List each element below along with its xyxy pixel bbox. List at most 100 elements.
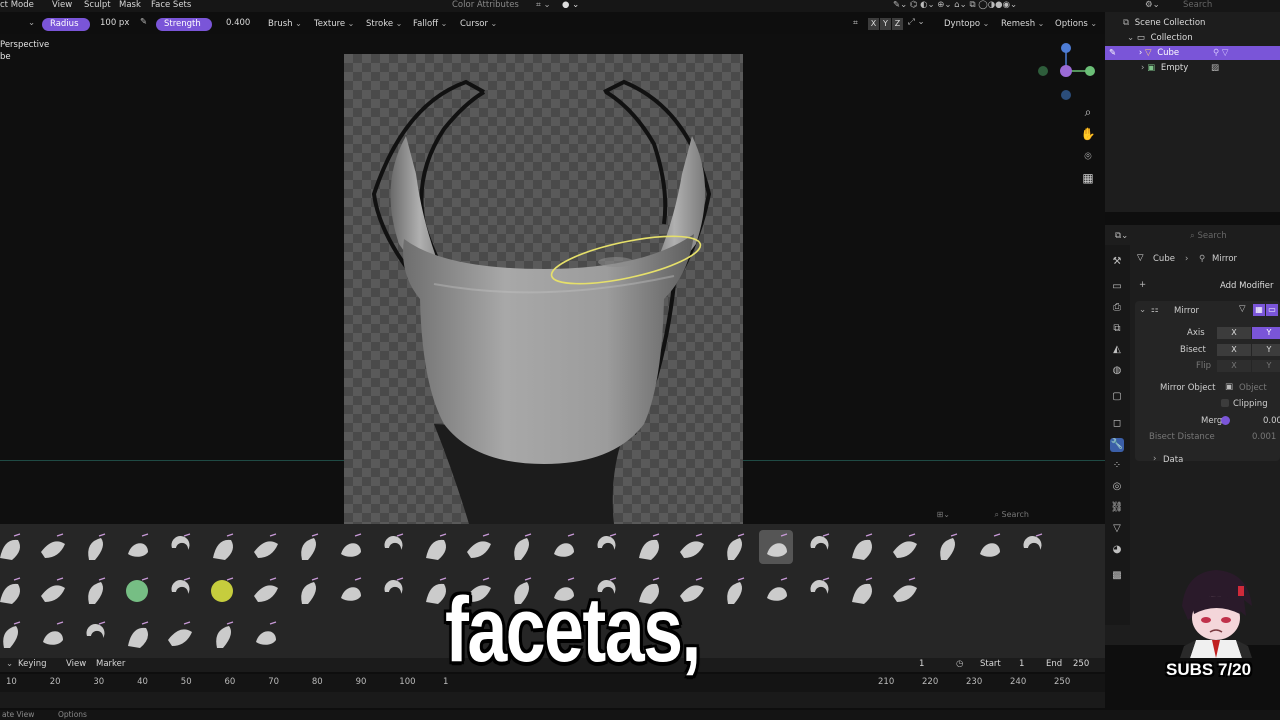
falloff-dropdown[interactable]: Falloff xyxy=(413,17,447,31)
filter-icon[interactable]: ▽ xyxy=(1239,304,1246,314)
current-frame-field[interactable]: 1 xyxy=(919,659,924,669)
outliner-item-cube[interactable]: ✎ › ▽ Cube ⚲ ▽ xyxy=(1105,46,1280,60)
add-icon[interactable]: + xyxy=(1139,280,1146,290)
timeline-menu-marker[interactable]: Marker xyxy=(96,659,125,669)
brush-thumbnail[interactable] xyxy=(162,574,196,608)
cursor-dropdown[interactable]: Cursor xyxy=(460,17,497,31)
radius-field[interactable]: Radius xyxy=(42,18,90,31)
brush-thumbnail[interactable] xyxy=(844,574,878,608)
timeline-menu-keying[interactable]: Keying xyxy=(18,659,47,669)
brush-thumbnail[interactable] xyxy=(205,574,239,608)
brush-thumbnail[interactable] xyxy=(758,530,793,564)
stroke-dropdown[interactable]: Stroke xyxy=(366,17,402,31)
options-dropdown[interactable]: Options xyxy=(1055,17,1097,31)
bisect-distance-value[interactable]: 0.001 xyxy=(1252,432,1276,442)
brush-thumbnail[interactable] xyxy=(631,530,665,564)
outliner-item-empty[interactable]: › ▣ Empty ▨ xyxy=(1105,61,1280,75)
material-tab-icon[interactable]: ◕ xyxy=(1110,543,1124,557)
expand-chevron-icon[interactable]: › xyxy=(1141,63,1144,73)
add-modifier-button[interactable]: Add Modifier xyxy=(1220,281,1274,291)
zoom-icon[interactable]: ⌕ xyxy=(1080,104,1096,120)
render-tab-icon[interactable]: ▭ xyxy=(1110,280,1124,294)
proportional-icon[interactable]: ● ⌄ xyxy=(562,0,579,11)
brush-thumbnail[interactable] xyxy=(844,530,878,564)
brush-thumbnail[interactable] xyxy=(35,574,69,608)
chevron-down-icon[interactable]: ⌄ xyxy=(28,17,35,30)
brush-thumbnail[interactable] xyxy=(1014,530,1048,564)
merge-value[interactable]: 0.00 xyxy=(1263,416,1280,426)
brush-dropdown[interactable]: Brush xyxy=(268,17,302,31)
color-attributes-dropdown[interactable]: Color Attributes xyxy=(452,0,519,11)
flip-x-toggle[interactable]: X xyxy=(1217,360,1251,372)
physics-tab-icon[interactable]: ◎ xyxy=(1110,480,1124,494)
properties-editor-icon[interactable]: ⧉⌄ xyxy=(1115,231,1128,241)
collapse-chevron-icon[interactable]: ⌄ xyxy=(1127,33,1134,43)
brush-thumbnail[interactable] xyxy=(162,530,196,564)
constraints-tab-icon[interactable]: ⛓ xyxy=(1110,501,1124,515)
brush-thumbnail[interactable] xyxy=(77,574,111,608)
mirror-object-field[interactable]: Object xyxy=(1239,383,1267,393)
clipping-checkbox[interactable] xyxy=(1221,399,1229,407)
brush-thumbnail[interactable] xyxy=(375,530,409,564)
expand-chevron-icon[interactable]: › xyxy=(1139,48,1142,58)
brush-thumbnail[interactable] xyxy=(248,530,282,564)
collapse-chevron-icon[interactable]: ⌄ xyxy=(1139,305,1146,315)
strength-field[interactable]: Strength xyxy=(156,18,212,31)
lock-icons[interactable]: ⤢ ⌄ xyxy=(908,16,925,29)
timeline-track[interactable] xyxy=(0,692,1105,708)
brush-thumbnail[interactable] xyxy=(162,618,196,652)
collection-tab-icon[interactable]: ▢ xyxy=(1110,390,1124,404)
timeline-chevron-icon[interactable]: ⌄ xyxy=(6,659,13,669)
viewport-toggle-icon[interactable]: ▭ xyxy=(1266,304,1278,316)
brush-thumbnail[interactable] xyxy=(759,574,793,608)
outliner-item-collection[interactable]: ⌄ ▭ Collection xyxy=(1105,31,1280,45)
dyntopo-dropdown[interactable]: Dyntopo xyxy=(944,17,989,31)
edit-mode-toggle-icon[interactable]: ▦ xyxy=(1253,304,1265,316)
brush-thumbnail[interactable] xyxy=(801,530,835,564)
overlay-icons[interactable]: ✎⌄ ⌬ ◐⌄ ⊕⌄ ⌂⌄ ⧉ ◯◑●◉⌄ xyxy=(893,0,1017,11)
axis-y-toggle[interactable]: Y xyxy=(1252,327,1280,339)
merge-checkbox[interactable] xyxy=(1221,416,1230,425)
brush-thumbnail[interactable] xyxy=(205,618,239,652)
axis-x-toggle[interactable]: X xyxy=(1217,327,1251,339)
modifier-tab-icon[interactable]: 🔧 xyxy=(1110,438,1124,452)
brush-thumbnail[interactable] xyxy=(35,618,69,652)
brush-thumbnail[interactable] xyxy=(0,574,26,608)
breadcrumb-modifier[interactable]: Mirror xyxy=(1212,254,1237,264)
brush-thumbnail[interactable] xyxy=(588,530,622,564)
modifier-name-field[interactable]: Mirror xyxy=(1174,306,1199,316)
outliner-search[interactable]: Search xyxy=(1183,0,1212,11)
snap-icon[interactable]: ⌗ ⌄ xyxy=(536,0,551,11)
brush-thumbnail[interactable] xyxy=(120,574,154,608)
brush-thumbnail[interactable] xyxy=(333,574,367,608)
brush-thumbnail[interactable] xyxy=(546,530,580,564)
texture-dropdown[interactable]: Texture xyxy=(314,17,354,31)
brush-thumbnail[interactable] xyxy=(248,618,282,652)
remesh-dropdown[interactable]: Remesh xyxy=(1001,17,1044,31)
data-tab-icon[interactable]: ▽ xyxy=(1110,522,1124,536)
brush-thumbnail[interactable] xyxy=(290,574,324,608)
breadcrumb-object[interactable]: Cube xyxy=(1153,254,1175,264)
brush-thumbnail[interactable] xyxy=(801,574,835,608)
brush-thumbnail[interactable] xyxy=(120,530,154,564)
brush-thumbnail[interactable] xyxy=(0,618,26,652)
expand-chevron-icon[interactable]: › xyxy=(1153,454,1156,464)
menu-face-sets[interactable]: Face Sets xyxy=(151,0,191,11)
brush-thumbnail[interactable] xyxy=(418,530,452,564)
bisect-y-toggle[interactable]: Y xyxy=(1252,344,1280,356)
mode-selector[interactable]: ct Mode xyxy=(0,0,34,11)
menu-mask[interactable]: Mask xyxy=(119,0,141,11)
brush-thumbnail[interactable] xyxy=(716,574,750,608)
navigation-gizmo[interactable] xyxy=(1035,40,1097,102)
brush-thumbnail[interactable] xyxy=(35,530,69,564)
brush-thumbnail[interactable] xyxy=(375,574,409,608)
symmetry-x[interactable]: X xyxy=(868,18,879,30)
brush-thumbnail[interactable] xyxy=(248,574,282,608)
shelf-search-field[interactable]: ⌕ Search xyxy=(994,510,1029,520)
tool-tab-icon[interactable]: ⚒ xyxy=(1110,255,1124,269)
particles-tab-icon[interactable]: ⁘ xyxy=(1110,459,1124,473)
brush-thumbnail[interactable] xyxy=(333,530,367,564)
camera-icon[interactable]: ⌾ xyxy=(1080,148,1096,164)
output-tab-icon[interactable]: ⎙ xyxy=(1110,301,1124,315)
strength-value[interactable]: 0.400 xyxy=(226,17,250,30)
